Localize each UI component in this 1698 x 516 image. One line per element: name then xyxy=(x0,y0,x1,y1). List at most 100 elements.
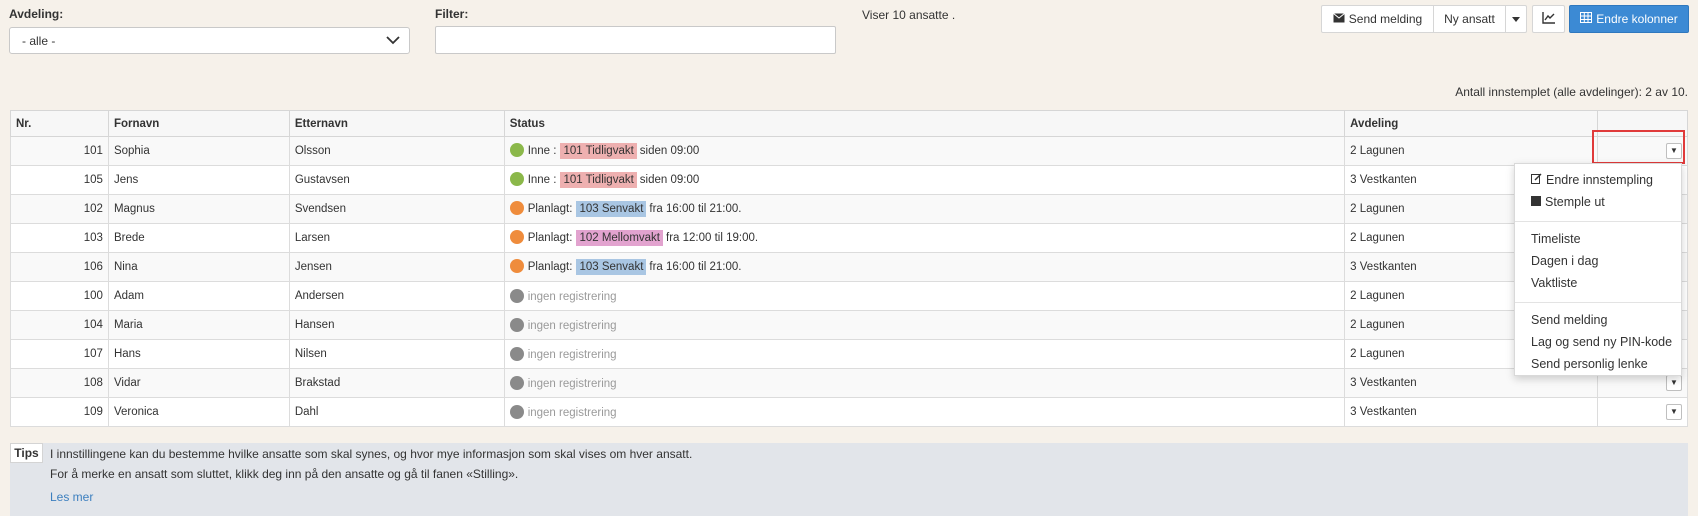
tips-badge: Tips xyxy=(10,443,43,463)
cell-status: Planlagt: 102 Mellomvakt fra 12:00 til 19:… xyxy=(503,223,1346,253)
status-suffix: fra 16:00 til 21:00. xyxy=(649,261,742,273)
status-dot-icon xyxy=(509,347,524,361)
cell-status: ingen registrering xyxy=(503,310,1346,340)
table-row[interactable]: 106 Nina Jensen Planlagt: 103 Senvakt fra 16:… xyxy=(10,252,1688,282)
menu-item-new-pin[interactable]: Lag og send ny PIN-kode xyxy=(1515,331,1681,353)
column-header-nr[interactable]: Nr. xyxy=(10,110,109,137)
column-header-last-name[interactable]: Etternavn xyxy=(288,110,505,137)
status-prefix: Planlagt: xyxy=(527,203,573,215)
cell-last-name: Gustavsen xyxy=(288,165,505,195)
cell-last-name: Hansen xyxy=(288,310,505,340)
table-row[interactable]: 101 Sophia Olsson Inne :101 Tidligvakt siden… xyxy=(10,136,1688,166)
table-header-row: Nr. Fornavn Etternavn Status Avdeling xyxy=(10,110,1688,137)
cell-nr: 102 xyxy=(10,194,109,224)
table-row[interactable]: 102 Magnus Svendsen Planlagt: 103 Senvakt fra… xyxy=(10,194,1688,224)
new-employee-button[interactable]: Ny ansatt xyxy=(1433,5,1506,33)
status-dot-icon xyxy=(509,143,524,157)
table-row[interactable]: 104 Maria Hansen ingen registrering 2 Lagune… xyxy=(10,310,1688,340)
table-row[interactable]: 108 Vidar Brakstad ingen registrering 3 Vest… xyxy=(10,368,1688,398)
cell-nr: 108 xyxy=(10,368,109,398)
menu-item-send-message[interactable]: Send melding xyxy=(1515,309,1681,331)
tips-panel: Tips I innstillingene kan du bestemme hv… xyxy=(10,443,1688,516)
column-header-first-name[interactable]: Fornavn xyxy=(107,110,290,137)
status-dot-icon xyxy=(509,172,524,186)
employee-table: Nr. Fornavn Etternavn Status Avdeling 10… xyxy=(10,110,1688,427)
menu-item-shift-list[interactable]: Vaktliste xyxy=(1515,272,1681,294)
cell-status: ingen registrering xyxy=(503,368,1346,398)
column-header-status[interactable]: Status xyxy=(503,110,1346,137)
cell-nr: 107 xyxy=(10,339,109,369)
shift-badge: 101 Tidligvakt xyxy=(560,172,637,188)
cell-status: Inne :101 Tidligvakt siden 09:00 xyxy=(503,136,1346,166)
status-text: ingen registrering xyxy=(527,407,617,419)
status-text: ingen registrering xyxy=(527,349,617,361)
cell-last-name: Nilsen xyxy=(288,339,505,369)
cell-department: 3 Vestkanten xyxy=(1344,397,1599,427)
table-row[interactable]: 107 Hans Nilsen ingen registrering 2 Lagunen xyxy=(10,339,1688,369)
status-dot-icon xyxy=(509,201,524,215)
cell-nr: 106 xyxy=(10,252,109,282)
chart-icon xyxy=(1541,11,1556,27)
clocked-in-count: Antall innstemplet (alle avdelinger): 2 … xyxy=(1455,85,1688,99)
status-prefix: Planlagt: xyxy=(527,261,573,273)
row-menu-toggle[interactable]: ▼ xyxy=(1666,404,1682,420)
new-employee-dropdown-button[interactable] xyxy=(1505,5,1527,33)
status-dot-icon xyxy=(509,376,524,390)
cell-first-name: Nina xyxy=(107,252,290,282)
cell-nr: 105 xyxy=(10,165,109,195)
cell-department: 2 Lagunen xyxy=(1344,136,1599,166)
edit-icon xyxy=(1531,173,1542,187)
cell-first-name: Veronica xyxy=(107,397,290,427)
status-dot-icon xyxy=(509,318,524,332)
status-dot-icon xyxy=(509,259,524,273)
menu-item-clock-out-label: Stemple ut xyxy=(1545,195,1605,209)
cell-nr: 101 xyxy=(10,136,109,166)
menu-item-today[interactable]: Dagen i dag xyxy=(1515,250,1681,272)
row-menu-toggle[interactable]: ▼ xyxy=(1666,375,1682,391)
row-menu-highlight xyxy=(1592,130,1685,164)
cell-first-name: Magnus xyxy=(107,194,290,224)
shift-badge: 103 Senvakt xyxy=(576,201,647,217)
table-row[interactable]: 105 Jens Gustavsen Inne :101 Tidligvakt side… xyxy=(10,165,1688,195)
status-prefix: Planlagt: xyxy=(527,232,573,244)
column-header-department[interactable]: Avdeling xyxy=(1344,110,1599,137)
menu-item-edit-clockin[interactable]: Endre innstempling xyxy=(1515,169,1681,191)
cell-first-name: Hans xyxy=(107,339,290,369)
status-text: ingen registrering xyxy=(527,378,617,390)
tips-line-1: I innstillingene kan du bestemme hvilke … xyxy=(50,447,693,461)
send-message-label: Send melding xyxy=(1348,12,1423,26)
menu-divider xyxy=(1515,302,1681,303)
status-suffix: fra 12:00 til 19:00. xyxy=(666,232,759,244)
new-employee-label: Ny ansatt xyxy=(1444,12,1495,26)
status-prefix: Inne : xyxy=(527,145,557,157)
cell-status: Planlagt: 103 Senvakt fra 16:00 til 21:00. xyxy=(503,194,1346,224)
caret-down-icon xyxy=(1512,12,1520,26)
shift-badge: 102 Mellomvakt xyxy=(576,230,663,246)
table-row[interactable]: 109 Veronica Dahl ingen registrering 3 Vestk… xyxy=(10,397,1688,427)
filter-input[interactable] xyxy=(435,26,836,54)
statistics-button[interactable] xyxy=(1532,5,1565,33)
cell-first-name: Sophia xyxy=(107,136,290,166)
menu-item-personal-link[interactable]: Send personlig lenke xyxy=(1515,353,1681,375)
table-row[interactable]: 103 Brede Larsen Planlagt: 102 Mellomvakt fra… xyxy=(10,223,1688,253)
department-select[interactable]: - alle - xyxy=(9,27,410,54)
menu-item-timesheet[interactable]: Timeliste xyxy=(1515,228,1681,250)
cell-first-name: Brede xyxy=(107,223,290,253)
cell-first-name: Vidar xyxy=(107,368,290,398)
cell-nr: 103 xyxy=(10,223,109,253)
cell-status: ingen registrering xyxy=(503,397,1346,427)
read-more-link[interactable]: Les mer xyxy=(50,490,93,504)
menu-divider xyxy=(1515,221,1681,222)
send-message-button[interactable]: Send melding xyxy=(1321,5,1434,33)
cell-nr: 104 xyxy=(10,310,109,340)
menu-item-clock-out[interactable]: Stemple ut xyxy=(1515,191,1681,213)
status-dot-icon xyxy=(509,289,524,303)
status-dot-icon xyxy=(509,405,524,419)
shift-badge: 101 Tidligvakt xyxy=(560,143,637,159)
department-select-value: - alle - xyxy=(22,34,56,48)
cell-last-name: Dahl xyxy=(288,397,505,427)
table-row[interactable]: 100 Adam Andersen ingen registrering 2 Lagun… xyxy=(10,281,1688,311)
change-columns-button[interactable]: Endre kolonner xyxy=(1569,5,1689,33)
filter-label: Filter: xyxy=(435,7,469,21)
cell-status: Inne :101 Tidligvakt siden 09:00 xyxy=(503,165,1346,195)
